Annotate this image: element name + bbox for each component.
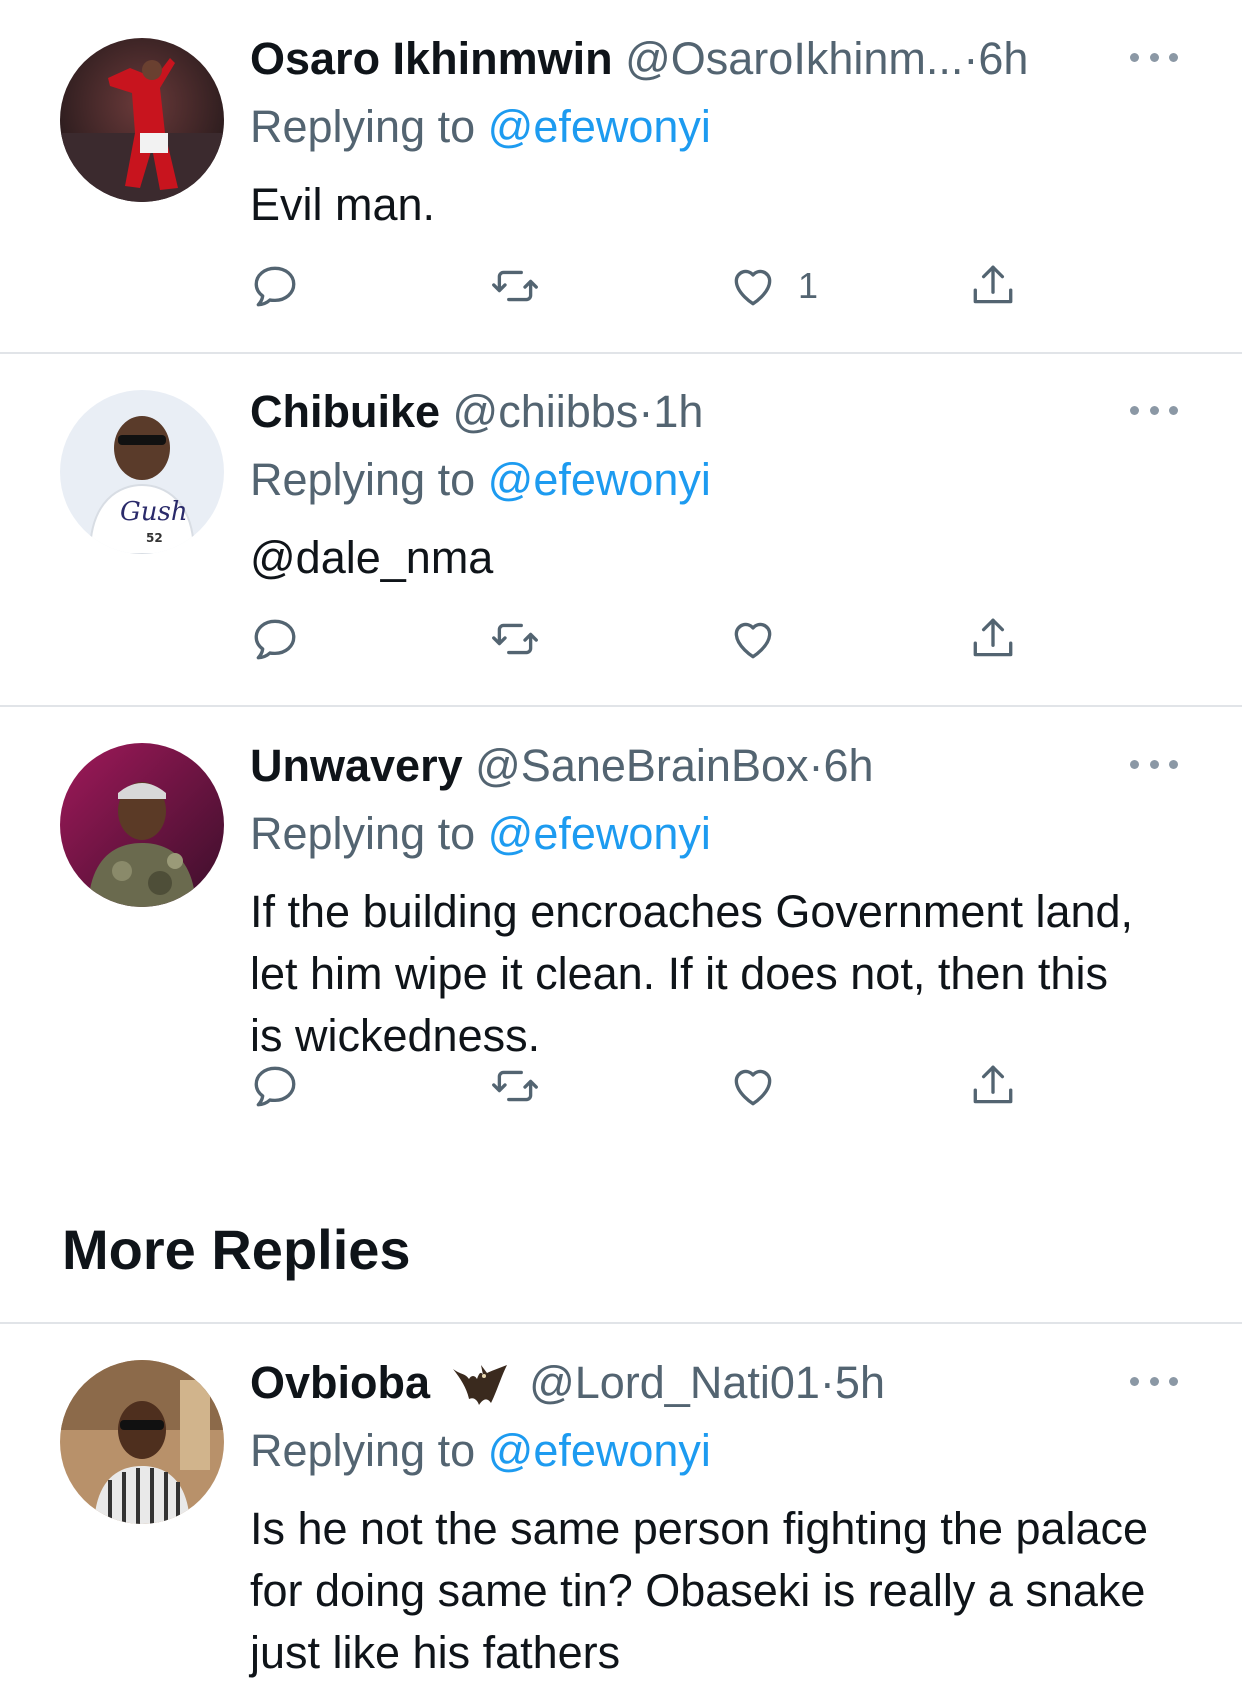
like-button[interactable] [728, 1058, 778, 1114]
retweet-button[interactable] [490, 1058, 540, 1114]
svg-text:52: 52 [146, 531, 163, 545]
more-options-icon[interactable] [1130, 47, 1178, 67]
tweet-text: Is he not the same person fighting the p… [250, 1503, 1149, 1678]
more-options-icon[interactable] [1130, 1371, 1178, 1391]
tweet[interactable]: Gush 52 Chibuike @chiibbs·1h Replying to… [0, 354, 1242, 704]
share-icon [968, 261, 1018, 311]
more-options-icon[interactable] [1130, 400, 1178, 420]
timestamp[interactable]: 5h [835, 1357, 885, 1408]
share-button[interactable] [968, 258, 1018, 314]
user-handle[interactable]: @chiibbs [453, 386, 639, 437]
replying-to: Replying to @efewonyi [250, 802, 711, 866]
replying-to: Replying to @efewonyi [250, 1419, 711, 1483]
reply-button[interactable] [250, 611, 300, 667]
replying-label: Replying to [250, 454, 488, 505]
like-icon [728, 614, 778, 664]
like-count: 1 [798, 265, 819, 306]
share-button[interactable] [968, 611, 1018, 667]
timestamp[interactable]: 6h [824, 740, 874, 791]
tweet-header: Osaro Ikhinmwin @OsaroIkhinm...·6h [250, 27, 1028, 91]
replying-label: Replying to [250, 808, 488, 859]
tweet-actions: 1 [250, 258, 1030, 314]
separator-dot: · [638, 386, 654, 437]
separator-dot: · [963, 33, 979, 84]
retweet-icon [490, 261, 540, 311]
reply-icon [250, 1061, 300, 1111]
tweet[interactable]: Unwavery @SaneBrainBox·6h Replying to @e… [0, 707, 1242, 1157]
share-button[interactable] [968, 1058, 1018, 1114]
timestamp[interactable]: 6h [978, 33, 1028, 84]
replying-label: Replying to [250, 1425, 488, 1476]
retweet-button[interactable] [490, 258, 540, 314]
tweet-text: If the building encroaches Government la… [250, 886, 1134, 1061]
avatar[interactable] [60, 1360, 224, 1524]
retweet-icon [490, 1061, 540, 1111]
replying-mention-link[interactable]: @efewonyi [488, 454, 711, 505]
tweet-text[interactable]: @dale_nma [250, 527, 1150, 589]
avatar[interactable]: Gush 52 [60, 390, 224, 554]
like-button[interactable]: 1 [728, 258, 818, 314]
replying-to: Replying to @efewonyi [250, 95, 711, 159]
retweet-icon [490, 614, 540, 664]
tweet-header: Ovbioba @Lord_Nati01·5h [250, 1351, 885, 1415]
tweet[interactable]: Ovbioba @Lord_Nati01·5h Replying to @efe… [0, 1324, 1242, 1697]
replying-to: Replying to @efewonyi [250, 448, 711, 512]
retweet-button[interactable] [490, 611, 540, 667]
bat-emoji-icon [451, 1361, 509, 1411]
tweet-actions [250, 1058, 1030, 1114]
display-name[interactable]: Chibuike [250, 386, 440, 437]
replying-label: Replying to [250, 101, 488, 152]
user-handle[interactable]: @Lord_Nati01 [529, 1357, 820, 1408]
separator-dot: · [808, 740, 824, 791]
avatar[interactable] [60, 38, 224, 202]
tweet-header: Chibuike @chiibbs·1h [250, 380, 703, 444]
replying-mention-link[interactable]: @efewonyi [488, 1425, 711, 1476]
more-options-icon[interactable] [1130, 754, 1178, 774]
separator-dot: · [819, 1357, 835, 1408]
like-icon [728, 1061, 778, 1111]
reply-icon [250, 261, 300, 311]
tweet-header: Unwavery @SaneBrainBox·6h [250, 734, 874, 798]
user-handle[interactable]: @OsaroIkhinm... [625, 33, 963, 84]
share-icon [968, 1061, 1018, 1111]
display-name[interactable]: Unwavery [250, 740, 463, 791]
reply-icon [250, 614, 300, 664]
reply-button[interactable] [250, 258, 300, 314]
like-icon [728, 261, 778, 311]
reply-button[interactable] [250, 1058, 300, 1114]
avatar[interactable] [60, 743, 224, 907]
replying-mention-link[interactable]: @efewonyi [488, 808, 711, 859]
user-handle[interactable]: @SaneBrainBox [475, 740, 808, 791]
display-name[interactable]: Osaro Ikhinmwin [250, 33, 613, 84]
replying-mention-link[interactable]: @efewonyi [488, 101, 711, 152]
svg-text:Gush: Gush [120, 497, 188, 527]
more-replies-heading: More Replies [62, 1218, 411, 1281]
like-button[interactable] [728, 611, 778, 667]
display-name[interactable]: Ovbioba [250, 1357, 430, 1408]
tweet-actions [250, 611, 1030, 667]
tweet-text: Evil man. [250, 179, 436, 230]
timestamp[interactable]: 1h [653, 386, 703, 437]
share-icon [968, 614, 1018, 664]
tweet[interactable]: Osaro Ikhinmwin @OsaroIkhinm...·6h Reply… [0, 0, 1242, 350]
